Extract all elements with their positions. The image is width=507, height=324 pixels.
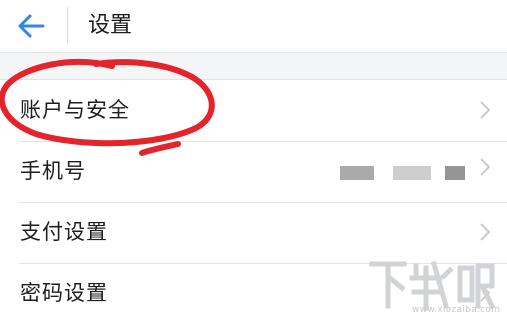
top-bar: 设置 <box>0 0 507 53</box>
arrow-left-icon <box>18 14 45 38</box>
chevron-right-icon <box>480 101 490 119</box>
settings-item-phone[interactable]: 手机号 <box>0 141 507 202</box>
settings-item-account-security[interactable]: 账户与安全 <box>0 80 507 141</box>
chevron-right-icon <box>480 284 490 302</box>
section-gap <box>0 53 507 79</box>
back-button[interactable] <box>14 11 48 41</box>
settings-item-label: 手机号 <box>20 159 86 183</box>
masked-phone-part <box>393 166 431 180</box>
page-title: 设置 <box>88 13 133 38</box>
watermark-url: www.xiazaiba.com <box>412 305 501 315</box>
settings-item-payment[interactable]: 支付设置 <box>0 202 507 263</box>
chevron-right-icon <box>480 223 490 241</box>
masked-phone-part <box>445 166 465 180</box>
chevron-right-icon <box>480 158 490 176</box>
header-divider <box>67 7 68 43</box>
settings-item-label: 密码设置 <box>20 281 108 305</box>
masked-phone-part <box>340 166 374 180</box>
settings-item-label: 支付设置 <box>20 220 108 244</box>
settings-item-label: 账户与安全 <box>20 98 130 122</box>
settings-list: 账户与安全 手机号 支付设置 密码设置 <box>0 79 507 324</box>
